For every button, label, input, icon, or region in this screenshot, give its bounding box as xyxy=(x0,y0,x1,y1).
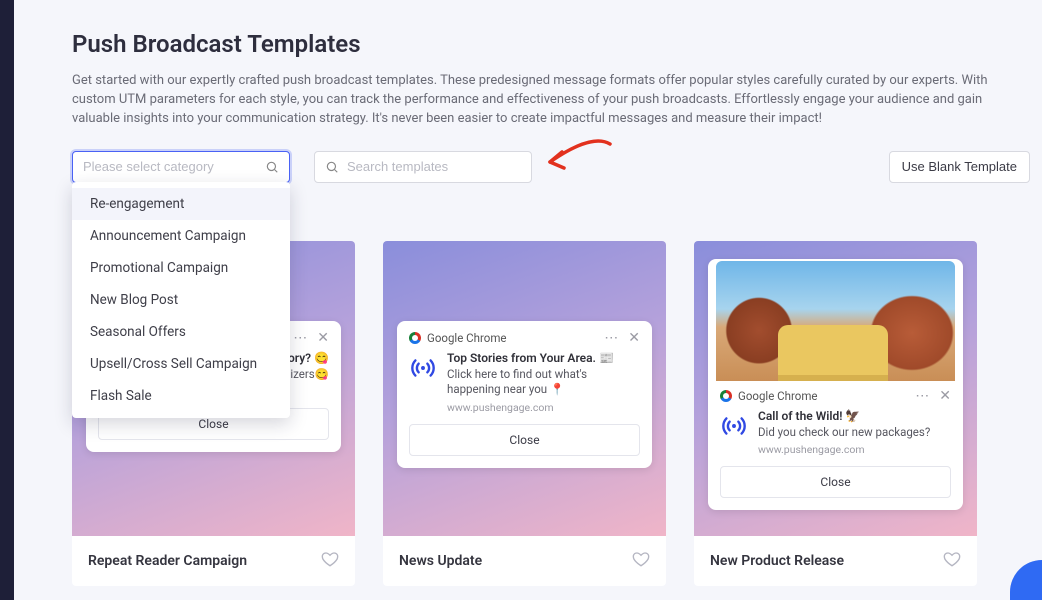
browser-label: Google Chrome xyxy=(738,389,818,403)
notification-close-button[interactable]: Close xyxy=(409,424,640,456)
broadcast-icon xyxy=(409,351,437,414)
category-option[interactable]: Flash Sale xyxy=(72,380,290,412)
category-option[interactable]: Announcement Campaign xyxy=(72,220,290,252)
chrome-icon xyxy=(720,390,732,402)
category-option[interactable]: Re-engagement xyxy=(72,188,290,220)
template-name: Repeat Reader Campaign xyxy=(88,553,247,569)
template-name: News Update xyxy=(399,553,482,569)
category-input[interactable] xyxy=(83,159,265,174)
template-preview: Google Chrome ⋯ ✕ Call of the Wild! 🦅 Did… xyxy=(694,241,977,536)
category-option[interactable]: Upsell/Cross Sell Campaign xyxy=(72,348,290,380)
notification: Google Chrome ⋯ ✕ Call of the Wild! 🦅 Did… xyxy=(708,259,963,511)
category-dropdown[interactable]: Re-engagement Announcement Campaign Prom… xyxy=(72,182,290,418)
close-icon[interactable]: ✕ xyxy=(317,331,329,345)
controls-row: Use Blank Template xyxy=(72,151,1042,183)
category-option[interactable]: Promotional Campaign xyxy=(72,252,290,284)
notification-title: Call of the Wild! 🦅 xyxy=(758,409,951,423)
template-card[interactable]: Google Chrome ⋯ ✕ Call of the Wild! 🦅 Did… xyxy=(694,241,977,586)
page-description: Get started with our expertly crafted pu… xyxy=(72,72,992,129)
browser-label: Google Chrome xyxy=(427,331,507,345)
notification-domain: www.pushengage.com xyxy=(447,401,640,414)
use-blank-template-button[interactable]: Use Blank Template xyxy=(889,151,1030,183)
template-preview: Google Chrome ⋯ ✕ Top Stories from Your A… xyxy=(383,241,666,536)
heart-icon[interactable] xyxy=(632,550,650,572)
search-templates[interactable] xyxy=(314,151,532,183)
more-icon: ⋯ xyxy=(915,389,929,403)
notification-close-button[interactable]: Close xyxy=(720,466,951,498)
search-icon xyxy=(325,160,339,174)
close-icon[interactable]: ✕ xyxy=(939,389,951,403)
template-name: New Product Release xyxy=(710,553,844,569)
more-icon: ⋯ xyxy=(293,331,307,345)
category-option[interactable]: Seasonal Offers xyxy=(72,316,290,348)
heart-icon[interactable] xyxy=(321,550,339,572)
heart-icon[interactable] xyxy=(943,550,961,572)
page-title: Push Broadcast Templates xyxy=(72,30,1042,58)
category-select[interactable] xyxy=(72,151,290,183)
notification: Google Chrome ⋯ ✕ Top Stories from Your A… xyxy=(397,321,652,468)
notification-domain: www.pushengage.com xyxy=(758,443,951,456)
template-card[interactable]: Google Chrome ⋯ ✕ Top Stories from Your A… xyxy=(383,241,666,586)
category-option[interactable]: New Blog Post xyxy=(72,284,290,316)
search-icon xyxy=(265,160,279,174)
notification-text: Did you check our new packages? xyxy=(758,425,951,441)
chrome-icon xyxy=(409,332,421,344)
notification-text: Click here to find out what's happening … xyxy=(447,367,640,398)
notification-title: Top Stories from Your Area. 📰 xyxy=(447,351,640,365)
more-icon: ⋯ xyxy=(604,331,618,345)
search-input[interactable] xyxy=(347,159,521,174)
close-icon[interactable]: ✕ xyxy=(628,331,640,345)
left-nav-rail xyxy=(0,0,14,600)
broadcast-icon xyxy=(720,409,748,457)
notification-hero-image xyxy=(716,261,955,381)
